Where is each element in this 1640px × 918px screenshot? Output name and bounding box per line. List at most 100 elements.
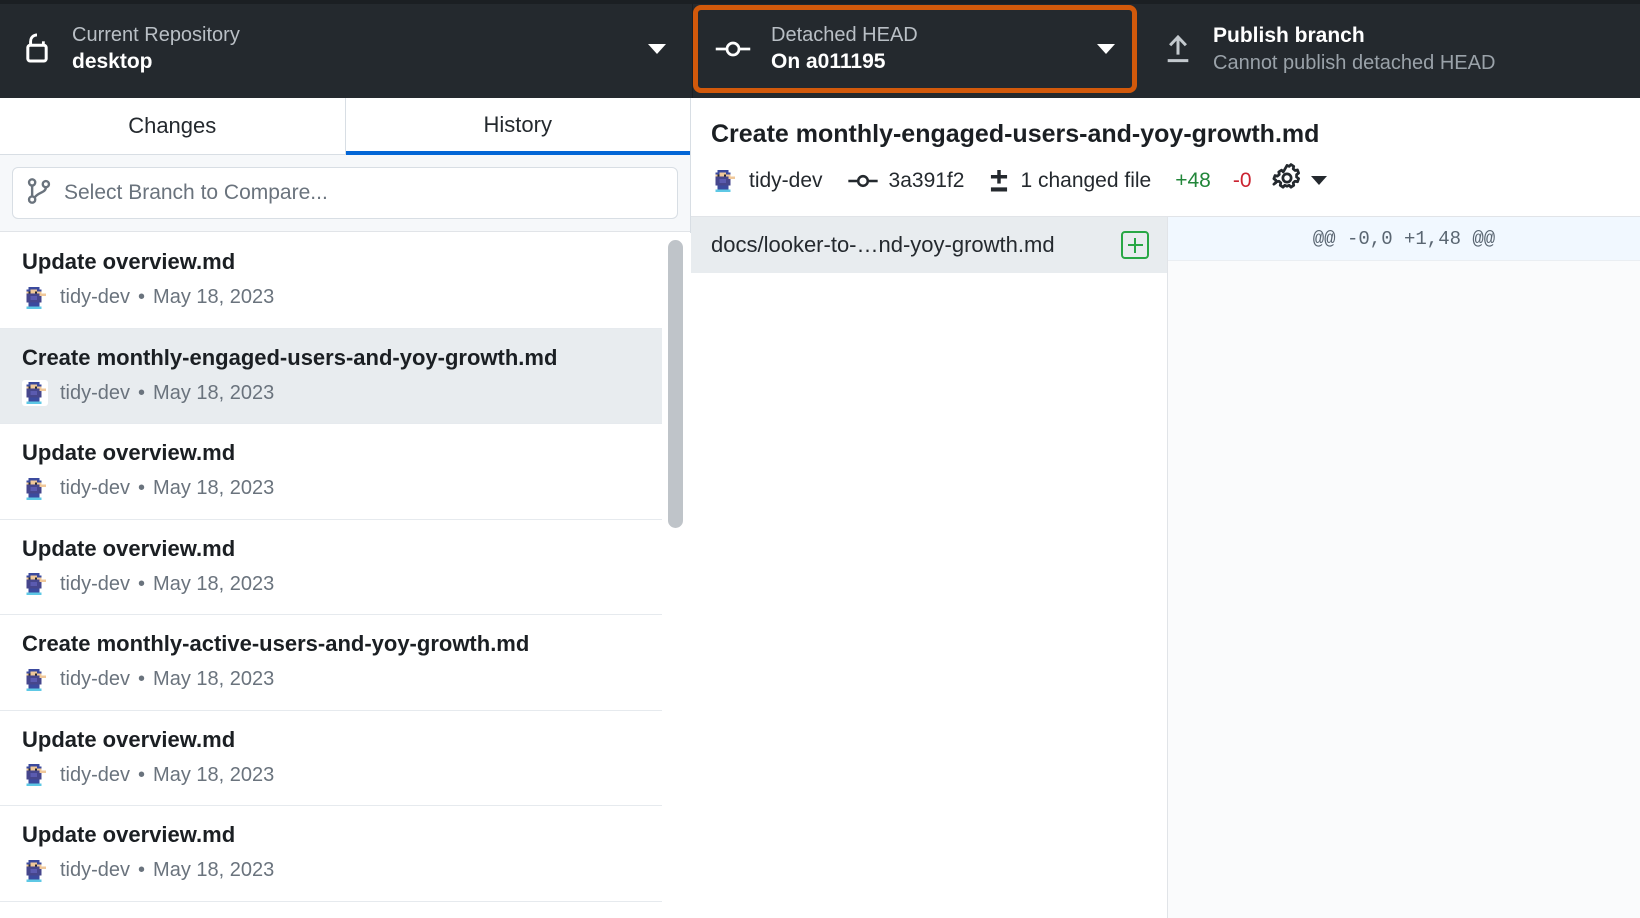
commit-title: Create monthly-active-users-and-yoy-grow…: [22, 630, 640, 659]
meta-separator: •: [138, 859, 145, 882]
commit-title: Update overview.md: [22, 535, 640, 564]
diff-hunk-header: @@ -0,0 +1,48 @@: [1168, 217, 1640, 261]
meta-separator: •: [138, 382, 145, 405]
commit-meta: tidy-dev • May 18, 2023: [22, 285, 640, 311]
upload-icon: [1163, 32, 1193, 66]
commit-author-name: tidy-dev: [60, 668, 130, 691]
commit-meta: tidy-dev • May 18, 2023: [22, 762, 640, 788]
avatar: [22, 380, 48, 406]
commit-author-name: tidy-dev: [60, 859, 130, 882]
avatar: [22, 667, 48, 693]
commit-list-item[interactable]: Update overview.md tidy-dev • May 18, 2023: [0, 806, 662, 902]
commit-author-name: tidy-dev: [60, 477, 130, 500]
current-repository-label: Current Repository: [72, 23, 240, 48]
commit-list[interactable]: Update overview.md tidy-dev • May 18, 2023 C…: [0, 233, 691, 918]
commit-date: May 18, 2023: [153, 286, 274, 309]
meta-separator: •: [138, 668, 145, 691]
commit-list-item[interactable]: Create monthly-engaged-users-and-yoy-gro…: [0, 329, 662, 425]
tab-history-label: History: [484, 112, 552, 138]
commit-title: Create monthly-engaged-users-and-yoy-gro…: [22, 344, 640, 373]
meta-separator: •: [138, 477, 145, 500]
chevron-down-icon: [1097, 44, 1115, 54]
current-repository-button[interactable]: Current Repository desktop: [0, 0, 693, 98]
tab-bar: Changes History: [0, 98, 690, 155]
current-branch-button[interactable]: Detached HEAD On a011195: [693, 0, 1141, 98]
commit-list-scroll-thumb[interactable]: [668, 240, 683, 528]
diff-icon: [988, 168, 1010, 194]
gear-icon: [1272, 163, 1302, 199]
commit-author-name: tidy-dev: [60, 286, 130, 309]
changed-files-count: 1 changed file: [1020, 169, 1151, 193]
compare-branch-placeholder: Select Branch to Compare...: [64, 181, 328, 205]
commit-icon: [847, 171, 879, 191]
commit-author-name: tidy-dev: [60, 382, 130, 405]
file-list-item[interactable]: docs/looker-to-…nd-yoy-growth.md: [691, 217, 1167, 273]
commit-detail-panel: Create monthly-engaged-users-and-yoy-gro…: [691, 98, 1640, 918]
deletions-count: -0: [1233, 169, 1252, 193]
diff-lines: [1168, 261, 1640, 918]
commit-list-item[interactable]: Create monthly-active-users-and-yoy-grow…: [0, 615, 662, 711]
commit-list-item[interactable]: Update overview.md tidy-dev • May 18, 2023: [0, 233, 662, 329]
tab-changes[interactable]: Changes: [0, 98, 346, 155]
commit-title: Update overview.md: [22, 821, 640, 850]
commit-list-scrollbar[interactable]: [665, 233, 687, 918]
avatar: [22, 476, 48, 502]
left-panel: Changes History Select Branch to Compare: [0, 98, 691, 918]
meta-separator: •: [138, 764, 145, 787]
commit-author-name: tidy-dev: [749, 169, 823, 193]
compare-branch-area: Select Branch to Compare...: [0, 155, 690, 232]
commit-detail-title: Create monthly-engaged-users-and-yoy-gro…: [711, 118, 1620, 151]
commit-date: May 18, 2023: [153, 764, 274, 787]
commit-date: May 18, 2023: [153, 382, 274, 405]
changed-file-list[interactable]: docs/looker-to-…nd-yoy-growth.md: [691, 217, 1168, 918]
chevron-down-icon: [1311, 176, 1327, 185]
avatar: [22, 571, 48, 597]
current-repository-value: desktop: [72, 48, 240, 75]
commit-title: Update overview.md: [22, 726, 640, 755]
file-path: docs/looker-to-…nd-yoy-growth.md: [711, 232, 1107, 258]
publish-branch-label: Publish branch: [1213, 22, 1495, 49]
current-branch-label: Detached HEAD: [771, 23, 918, 48]
diff-viewer[interactable]: @@ -0,0 +1,48 @@: [1168, 217, 1640, 918]
commit-list-item[interactable]: Update overview.md tidy-dev•May 18, 2023: [0, 520, 662, 616]
avatar: [22, 858, 48, 884]
commit-sha-value: 3a391f2: [889, 169, 965, 193]
commit-icon: [715, 36, 751, 62]
commit-author: tidy-dev: [711, 168, 823, 194]
commit-meta: tidy-dev • May 18, 2023: [22, 858, 640, 884]
publish-branch-button[interactable]: Publish branch Cannot publish detached H…: [1141, 0, 1640, 98]
avatar: [22, 762, 48, 788]
current-branch-value: On a011195: [771, 48, 918, 75]
commit-author-name: tidy-dev: [60, 764, 130, 787]
commit-meta: tidy-dev • May 18, 2023: [22, 476, 640, 502]
commit-date: May 18, 2023: [153, 668, 274, 691]
changed-files-summary: 1 changed file: [988, 168, 1151, 194]
tab-history[interactable]: History: [346, 98, 691, 155]
commit-list-rows: Update overview.md tidy-dev • May 18, 2023 C…: [0, 233, 662, 902]
commit-list-item[interactable]: Update overview.md tidy-dev • May 18, 2023: [0, 711, 662, 807]
commit-title: Update overview.md: [22, 439, 640, 468]
chevron-down-icon: [648, 44, 666, 54]
commit-body: docs/looker-to-…nd-yoy-growth.md @@ -0,0…: [691, 217, 1640, 918]
tab-changes-label: Changes: [128, 113, 216, 139]
commit-date: May 18, 2023: [153, 477, 274, 500]
commit-options-button[interactable]: [1272, 163, 1327, 199]
commit-summary-header: Create monthly-engaged-users-and-yoy-gro…: [691, 98, 1640, 217]
publish-branch-sublabel: Cannot publish detached HEAD: [1213, 50, 1495, 76]
additions-count: +48: [1175, 169, 1211, 193]
commit-meta: tidy-dev • May 18, 2023: [22, 667, 640, 693]
top-toolbar: Current Repository desktop Detached HEAD…: [0, 0, 1640, 98]
file-status-added-icon: [1121, 231, 1149, 259]
commit-detail-meta: tidy-dev 3a391f2: [711, 163, 1620, 199]
meta-separator: •: [138, 286, 145, 309]
compare-branch-input[interactable]: Select Branch to Compare...: [12, 167, 678, 219]
branch-icon: [27, 177, 51, 210]
commit-sha[interactable]: 3a391f2: [847, 169, 965, 193]
commit-title: Update overview.md: [22, 248, 640, 277]
meta-separator: •: [138, 573, 145, 596]
commit-list-item[interactable]: Update overview.md tidy-dev • May 18, 2023: [0, 424, 662, 520]
commit-meta: tidy-dev•May 18, 2023: [22, 571, 640, 597]
avatar: [22, 285, 48, 311]
commit-date: May 18, 2023: [153, 859, 274, 882]
commit-meta: tidy-dev • May 18, 2023: [22, 380, 640, 406]
